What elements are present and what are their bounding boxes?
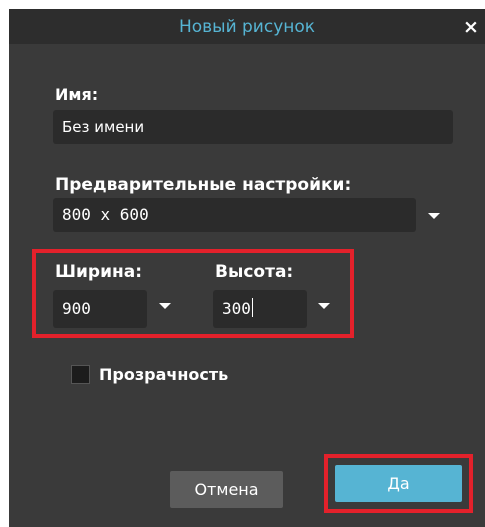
cancel-button[interactable]: Отмена [170,471,283,508]
ok-button[interactable]: Да [335,465,462,502]
presets-select[interactable]: 800 x 600 [53,198,416,232]
presets-dropdown-icon[interactable] [428,213,440,219]
width-input[interactable]: 900 [53,290,147,328]
close-icon[interactable]: × [461,16,481,38]
presets-label: Предварительные настройки: [55,175,352,195]
text-caret [251,298,253,317]
height-value: 300 [222,299,251,318]
titlebar: Новый рисунок × [9,9,485,44]
width-label: Ширина: [55,262,143,282]
width-dropdown-icon[interactable] [159,303,171,309]
name-input[interactable]: Без имени [53,110,453,144]
transparency-checkbox[interactable] [71,365,90,384]
name-label: Имя: [55,85,99,104]
transparency-label: Прозрачность [99,365,229,384]
height-input[interactable]: 300 [213,290,307,328]
height-dropdown-icon[interactable] [318,303,330,309]
dialog-title: Новый рисунок [178,17,316,37]
height-label: Высота: [215,262,294,282]
